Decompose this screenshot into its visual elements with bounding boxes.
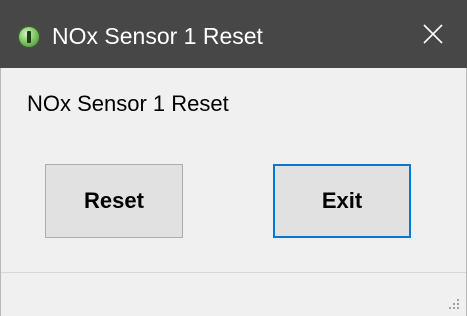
window-title: NOx Sensor 1 Reset	[52, 23, 263, 49]
app-icon	[18, 26, 40, 48]
reset-button[interactable]: Reset	[45, 164, 183, 238]
status-bar	[1, 272, 466, 316]
dialog-content: NOx Sensor 1 Reset Reset Exit	[0, 68, 467, 316]
exit-button[interactable]: Exit	[273, 164, 411, 238]
close-button[interactable]	[399, 0, 467, 68]
dialog-window: NOx Sensor 1 Reset NOx Sensor 1 Reset Re…	[0, 0, 467, 316]
title-bar[interactable]: NOx Sensor 1 Reset	[0, 0, 467, 68]
dialog-message: NOx Sensor 1 Reset	[27, 91, 229, 116]
close-icon	[423, 24, 443, 44]
resize-grip-icon[interactable]	[446, 296, 460, 310]
